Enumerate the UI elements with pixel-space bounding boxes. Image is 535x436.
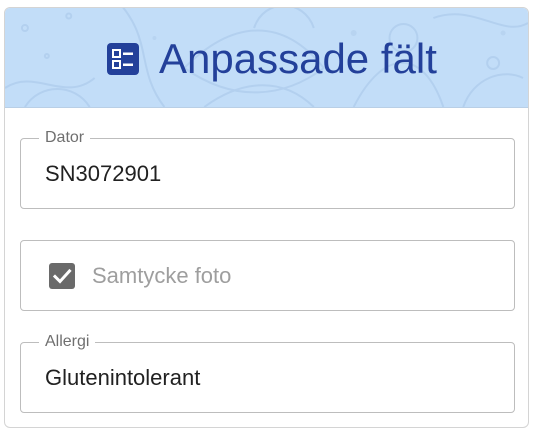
allergi-field[interactable]: Allergi Glutenintolerant	[20, 332, 515, 413]
card-title: Anpassade fält	[159, 35, 437, 82]
allergi-field-label: Allergi	[39, 332, 96, 352]
consent-photo-label[interactable]: Samtycke foto	[92, 261, 231, 291]
form-list-icon	[107, 43, 139, 75]
consent-photo-checkbox[interactable]	[49, 263, 75, 289]
dator-field-label: Dator	[39, 128, 91, 148]
dator-field[interactable]: Dator SN3072901	[20, 128, 515, 209]
card-header: Anpassade fält	[5, 8, 528, 108]
checkmark-icon	[52, 268, 72, 284]
custom-fields-card: Anpassade fält Dator SN3072901 Samtycke …	[4, 7, 529, 428]
allergi-field-value[interactable]: Glutenintolerant	[45, 364, 200, 392]
dator-field-value[interactable]: SN3072901	[45, 160, 161, 188]
consent-photo-field: Samtycke foto	[20, 240, 515, 311]
